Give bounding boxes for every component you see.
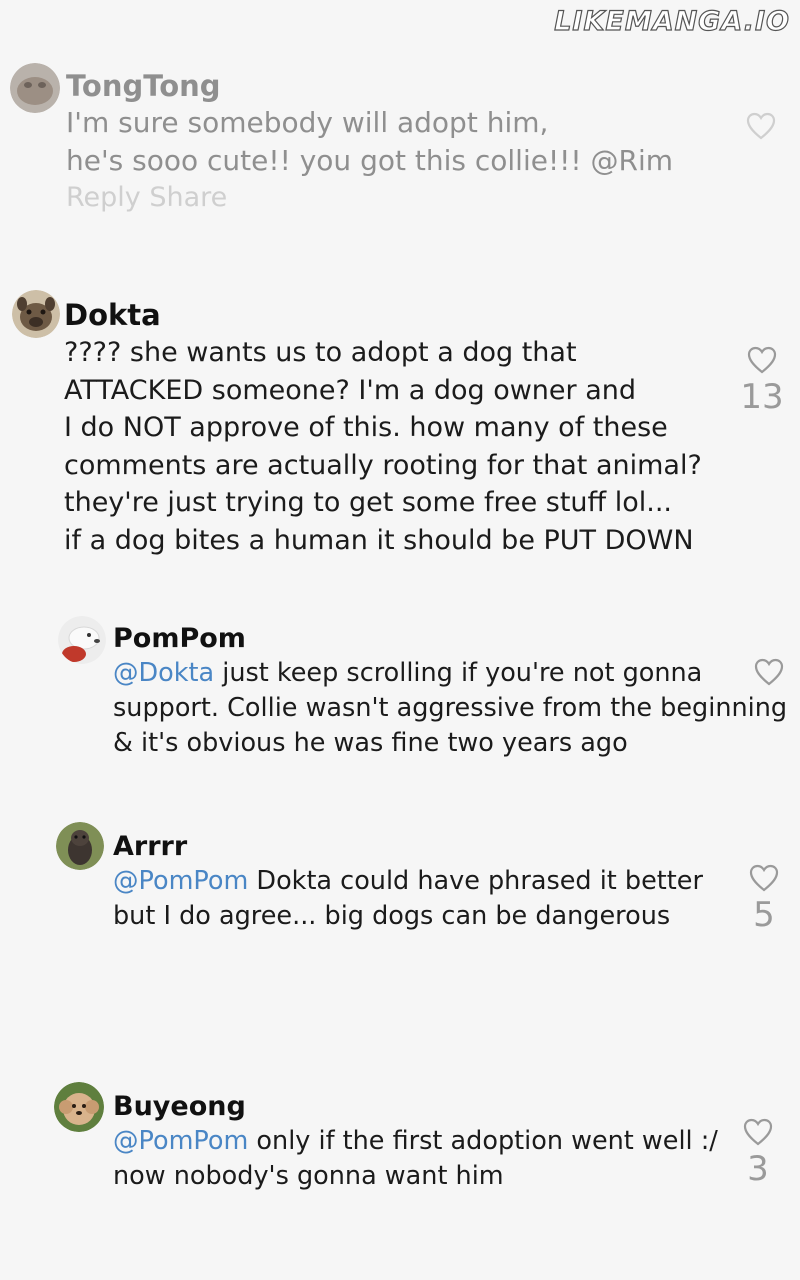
- mention-link[interactable]: @PomPom: [113, 866, 248, 896]
- avatar[interactable]: [10, 63, 60, 113]
- share-button[interactable]: Share: [149, 182, 227, 213]
- comment-dokta: Dokta ???? she wants us to adopt a dog t…: [0, 288, 800, 568]
- comment-pompom: PomPom @Dokta just keep scrolling if you…: [0, 612, 800, 772]
- comment-line: I'm sure somebody will adopt him,: [66, 106, 549, 139]
- heart-icon: [747, 346, 777, 374]
- avatar[interactable]: [54, 1082, 104, 1132]
- username[interactable]: Arrrr: [113, 830, 703, 864]
- comment-line-rest: Dokta could have phrased it better: [248, 866, 703, 896]
- comment-line-rest: only if the first adoption went well :/: [248, 1126, 718, 1156]
- comment-line: ATTACKED someone? I'm a dog owner and: [64, 374, 637, 406]
- like-button[interactable]: [742, 112, 780, 140]
- comment-actions: Reply Share: [66, 180, 673, 216]
- comment-line: I do NOT approve of this. how many of th…: [64, 412, 668, 443]
- comment-line-rest: just keep scrolling if you're not gonna: [214, 658, 703, 688]
- watermark: LIKEMANGA.IO: [554, 5, 790, 37]
- heart-icon: [754, 658, 784, 686]
- comment-line: if a dog bites a human it should be PUT …: [64, 524, 694, 556]
- like-count: 13: [740, 377, 784, 417]
- username[interactable]: TongTong: [66, 68, 673, 104]
- comment-line: support. Collie wasn't aggressive from t…: [113, 693, 788, 723]
- reply-button[interactable]: Reply: [66, 182, 141, 213]
- comment-line: & it's obvious he was fine two years ago: [113, 728, 628, 758]
- mention-link[interactable]: @Dokta: [113, 658, 214, 688]
- like-button[interactable]: 13: [740, 346, 784, 414]
- comment-arrrr: Arrrr @PomPom Dokta could have phrased i…: [0, 820, 800, 960]
- username[interactable]: Buyeong: [113, 1090, 718, 1124]
- avatar[interactable]: [56, 822, 104, 870]
- username[interactable]: PomPom: [113, 622, 787, 656]
- comment-buyeong: Buyeong @PomPom only if the first adopti…: [0, 1080, 800, 1220]
- like-count: 3: [747, 1149, 769, 1189]
- heart-icon: [746, 112, 776, 140]
- comment-tongtong: TongTong I'm sure somebody will adopt hi…: [0, 60, 800, 230]
- comment-line: ???? she wants us to adopt a dog that: [64, 337, 577, 368]
- comment-line: now nobody's gonna want him: [113, 1161, 504, 1191]
- mention-link[interactable]: @PomPom: [113, 1126, 248, 1156]
- like-count: 5: [753, 895, 775, 935]
- heart-icon: [749, 864, 779, 892]
- comment-line: @Dokta just keep scrolling if you're not…: [113, 656, 787, 691]
- comment-line: comments are actually rooting for that a…: [64, 449, 702, 481]
- comment-text: I'm sure somebody will adopt him, he's s…: [66, 104, 673, 180]
- like-button[interactable]: 5: [746, 864, 782, 932]
- comment-text: ???? she wants us to adopt a dog that AT…: [64, 334, 702, 559]
- comment-text: @Dokta just keep scrolling if you're not…: [113, 656, 787, 761]
- username[interactable]: Dokta: [64, 296, 702, 334]
- comment-line: @PomPom only if the first adoption went …: [113, 1124, 718, 1159]
- avatar[interactable]: [12, 290, 60, 338]
- comment-line: @PomPom Dokta could have phrased it bett…: [113, 864, 703, 899]
- comment-text: @PomPom only if the first adoption went …: [113, 1124, 718, 1194]
- heart-icon: [743, 1118, 773, 1146]
- like-button[interactable]: [752, 658, 786, 686]
- comment-text: @PomPom Dokta could have phrased it bett…: [113, 864, 703, 934]
- comment-line: he's sooo cute!! you got this collie!!! …: [66, 144, 674, 177]
- like-button[interactable]: 3: [740, 1118, 776, 1186]
- comment-line: but I do agree... big dogs can be danger…: [113, 901, 671, 931]
- avatar[interactable]: [58, 616, 106, 664]
- comment-line: they're just trying to get some free stu…: [64, 487, 672, 518]
